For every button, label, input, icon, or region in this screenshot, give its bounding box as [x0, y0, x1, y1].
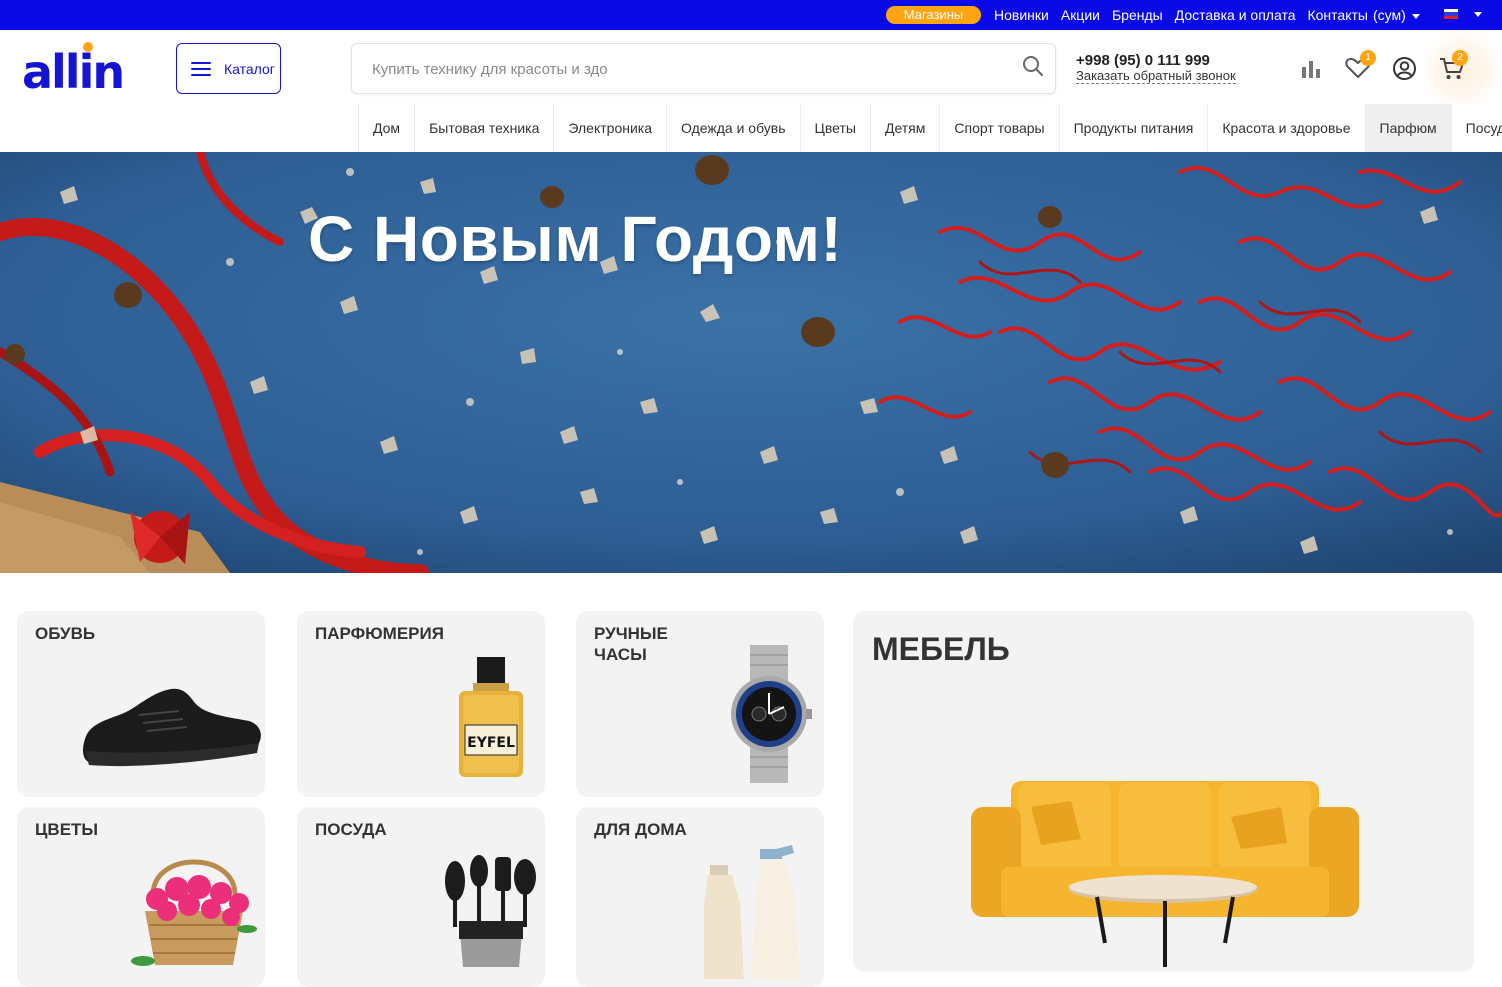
category-nav: Дом Бытовая техника Электроника Одежда и…: [358, 104, 1502, 152]
search-bar: [351, 43, 1056, 94]
favorites-badge: 1: [1360, 50, 1376, 66]
watch-image: [731, 645, 812, 783]
banner-title: С Новым Годом!: [308, 203, 843, 275]
tile-label: МЕБЕЛЬ: [872, 631, 1010, 667]
search-input[interactable]: [372, 58, 972, 80]
top-link-delivery[interactable]: Доставка и оплата: [1175, 7, 1296, 23]
tile-label-line1: РУЧНЫЕ: [594, 624, 668, 643]
category-flowers[interactable]: Цветы: [799, 104, 870, 152]
category-home[interactable]: Дом: [358, 104, 414, 152]
stores-button[interactable]: Магазины: [886, 6, 981, 24]
tile-label: ОБУВЬ: [35, 624, 96, 643]
category-appliances[interactable]: Бытовая техника: [414, 104, 553, 152]
top-links: Новинки Акции Бренды Доставка и оплата К…: [994, 0, 1380, 30]
tile-label: ПОСУДА: [315, 820, 387, 839]
user-icon[interactable]: [1392, 56, 1417, 81]
top-link-brands[interactable]: Бренды: [1112, 7, 1163, 23]
sofa-image: [971, 781, 1359, 967]
kitchen-utensils-image: [445, 855, 536, 967]
catalog-button[interactable]: Каталог: [176, 43, 281, 94]
currency-selector[interactable]: (сум): [1373, 0, 1420, 30]
category-electronics[interactable]: Электроника: [553, 104, 666, 152]
search-icon[interactable]: [1022, 55, 1044, 77]
flower-basket-image: [131, 859, 257, 966]
top-link-new[interactable]: Новинки: [994, 7, 1049, 23]
sneaker-image: [83, 688, 261, 767]
category-kids[interactable]: Детям: [869, 104, 939, 152]
menu-icon: [191, 58, 211, 80]
language-flag-icon[interactable]: [1444, 9, 1458, 19]
top-link-sales[interactable]: Акции: [1061, 7, 1100, 23]
category-tile-dishes[interactable]: ПОСУДА: [297, 807, 545, 987]
category-tile-shoes[interactable]: ОБУВЬ: [17, 611, 265, 797]
top-bar: Магазины Новинки Акции Бренды Доставка и…: [0, 0, 1502, 30]
tile-label: ПАРФЮМЕРИЯ: [315, 624, 444, 643]
category-tile-home[interactable]: ДЛЯ ДОМА: [576, 807, 824, 987]
tile-label: ДЛЯ ДОМА: [594, 820, 687, 839]
tile-label: РУЧНЫЕ ЧАСЫ: [594, 623, 668, 665]
category-food[interactable]: Продукты питания: [1058, 104, 1208, 152]
phone-number[interactable]: +998 (95) 0 111 999: [1076, 52, 1210, 69]
compare-icon[interactable]: [1300, 58, 1322, 80]
cart-badge: 2: [1452, 50, 1468, 66]
category-tile-perfume[interactable]: ПАРФЮМЕРИЯ EYFEL: [297, 611, 545, 797]
chevron-down-icon: [1411, 13, 1420, 19]
category-tile-flowers[interactable]: ЦВЕТЫ: [17, 807, 265, 987]
category-tile-watches[interactable]: РУЧНЫЕ ЧАСЫ: [576, 611, 824, 797]
tile-label-line2: ЧАСЫ: [594, 645, 647, 664]
hero-banner[interactable]: С Новым Годом!: [0, 152, 1502, 573]
category-tile-furniture[interactable]: МЕБЕЛЬ: [853, 611, 1474, 972]
category-beauty[interactable]: Красота и здоровье: [1207, 104, 1364, 152]
category-dishes[interactable]: Посуда: [1450, 104, 1502, 152]
category-perfume[interactable]: Парфюм: [1364, 104, 1451, 152]
top-link-contacts[interactable]: Контакты: [1307, 7, 1367, 23]
perfume-bottle-image: EYFEL: [459, 657, 523, 777]
perfume-brand-text: EYFEL: [467, 735, 515, 751]
logo[interactable]: allin: [22, 42, 134, 99]
category-clothing[interactable]: Одежда и обувь: [666, 104, 800, 152]
callback-link[interactable]: Заказать обратный звонок: [1076, 69, 1236, 84]
cleaning-bottles-image: [704, 845, 800, 979]
logo-text: allin: [22, 45, 123, 94]
chevron-down-icon[interactable]: [1474, 12, 1482, 17]
catalog-label: Каталог: [224, 60, 275, 77]
currency-label: (сум): [1373, 7, 1406, 23]
category-sport[interactable]: Спорт товары: [939, 104, 1058, 152]
tile-label: ЦВЕТЫ: [35, 820, 99, 839]
